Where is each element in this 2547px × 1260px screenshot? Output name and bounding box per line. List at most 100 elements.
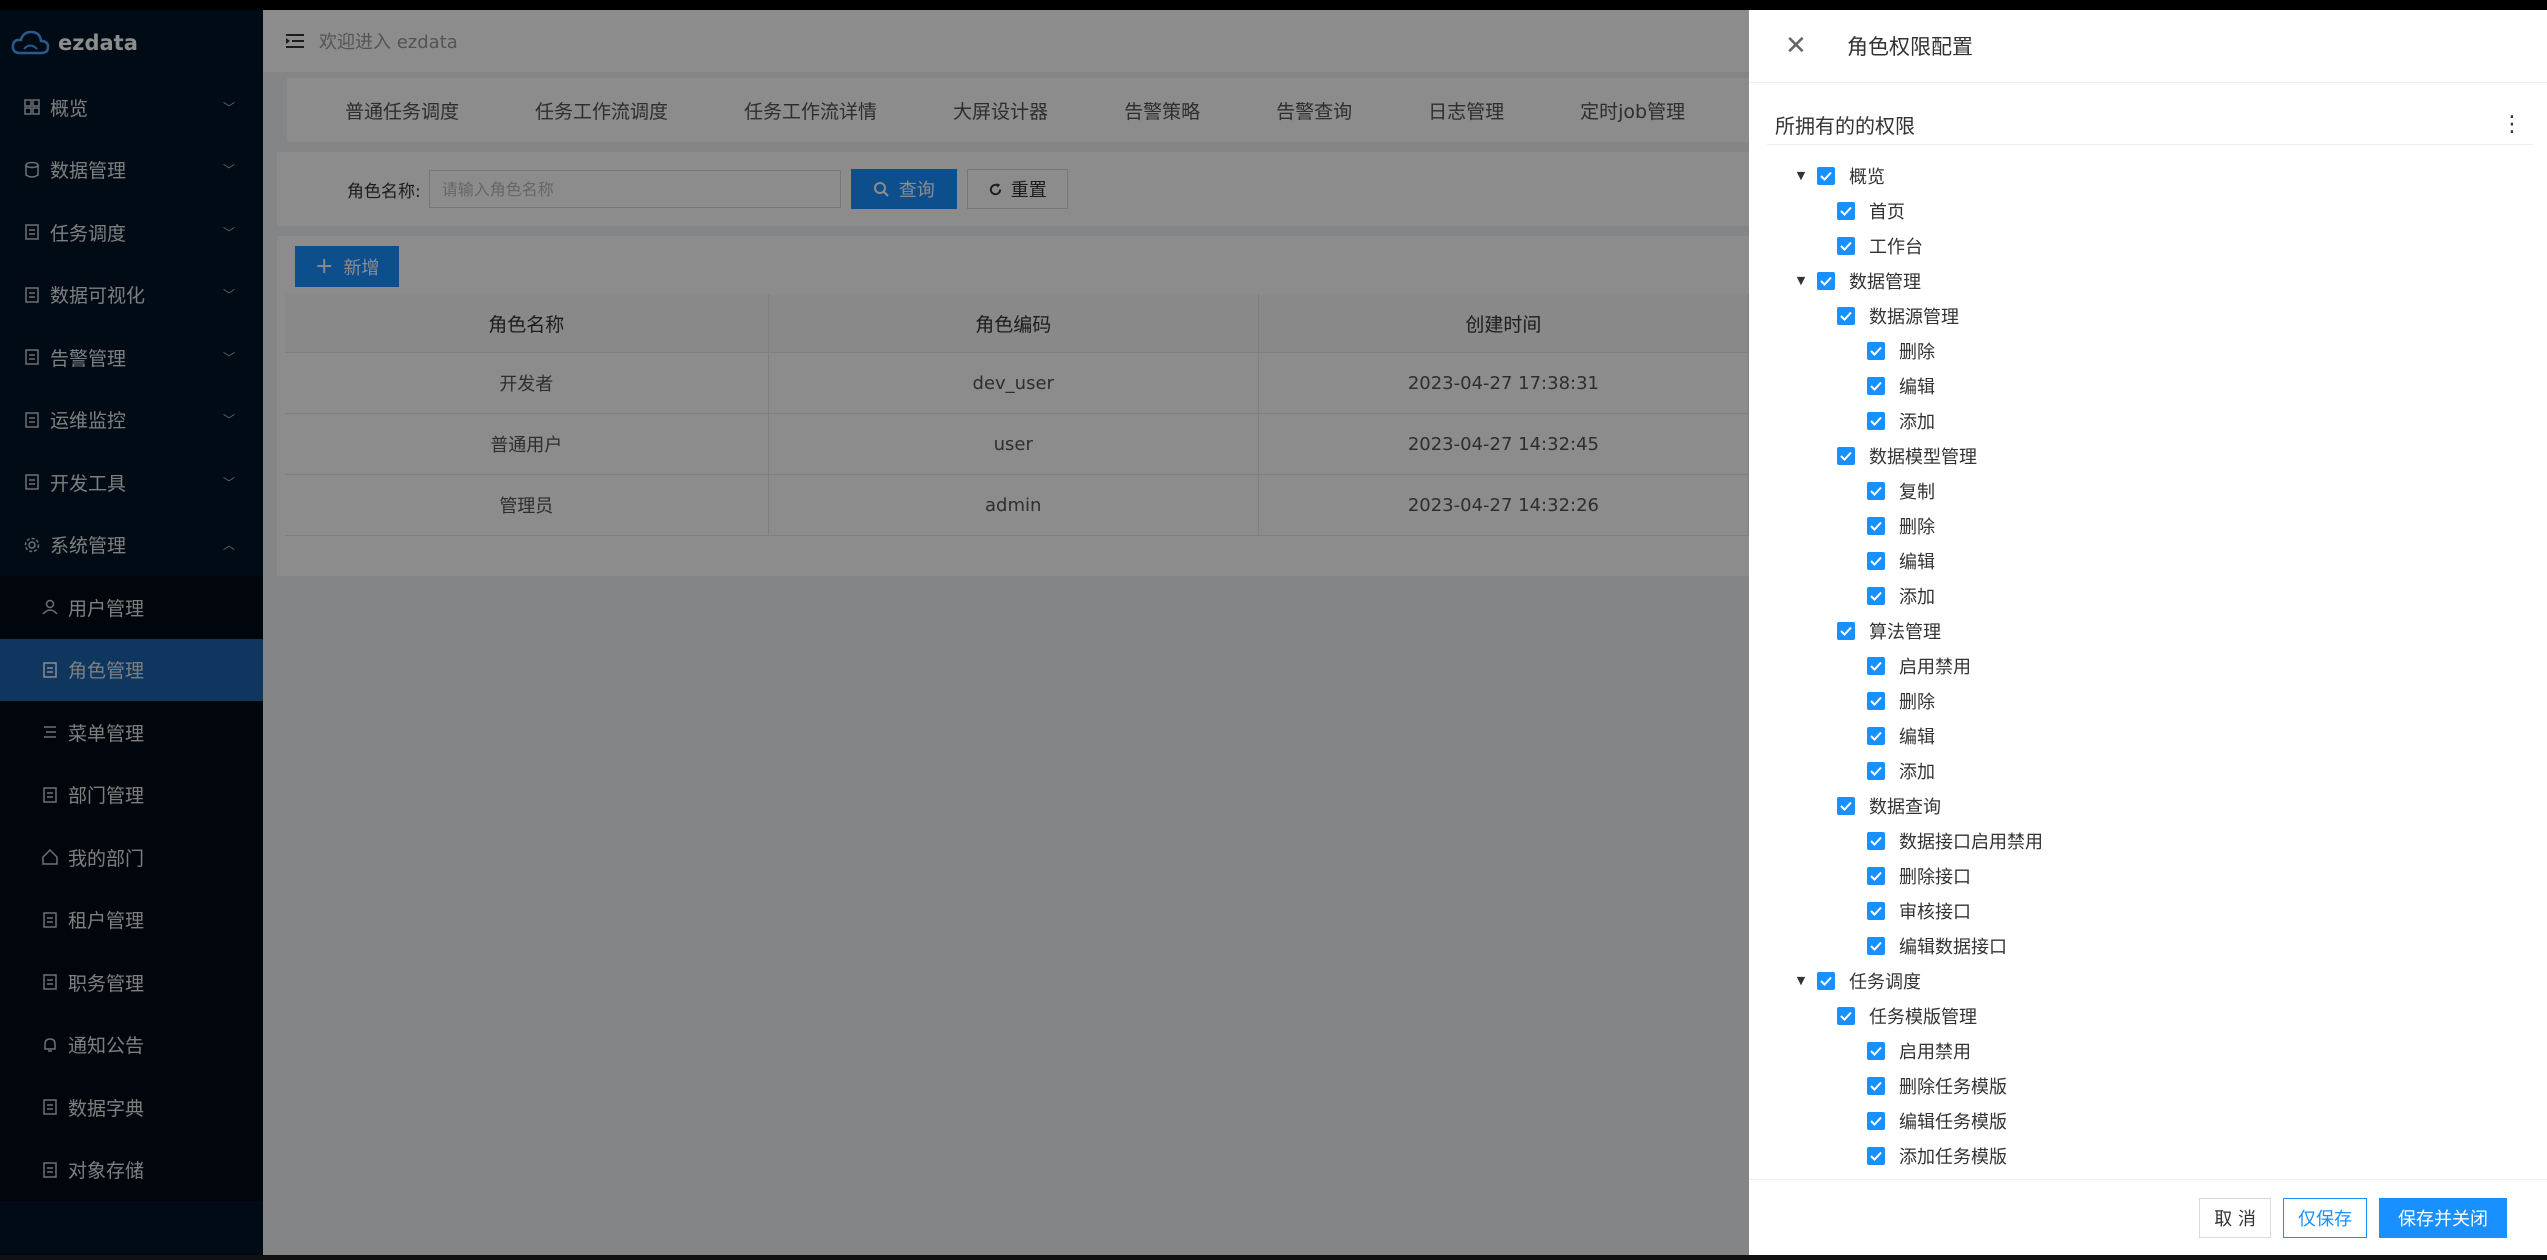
checkbox[interactable]	[1867, 411, 1885, 430]
checkbox[interactable]	[1867, 1076, 1885, 1095]
modal-mask[interactable]	[0, 10, 1749, 1255]
save-and-close-button[interactable]: 保存并关闭	[2379, 1197, 2507, 1238]
checkbox[interactable]	[1837, 446, 1855, 465]
checkbox[interactable]	[1867, 481, 1885, 500]
tree-node[interactable]: 数据源管理	[1749, 298, 2547, 333]
tree-node[interactable]: 删除任务模版	[1749, 1068, 2547, 1103]
tree-node-label: 添加	[1899, 586, 1935, 608]
drawer-title: 角色权限配置	[1847, 35, 1973, 59]
tree-node-label: 算法管理	[1869, 621, 1941, 643]
checkbox[interactable]	[1837, 796, 1855, 815]
tree-node[interactable]: 编辑任务模版	[1749, 1103, 2547, 1138]
checkbox[interactable]	[1867, 761, 1885, 780]
tree-node-label: 删除	[1899, 516, 1935, 538]
tree-node[interactable]: 数据查询	[1749, 788, 2547, 823]
tree-node-label: 数据管理	[1849, 271, 1921, 293]
tree-node[interactable]: ▼ 数据管理	[1749, 263, 2547, 298]
checkbox[interactable]	[1837, 201, 1855, 220]
tree-node-label: 数据源管理	[1869, 306, 1959, 328]
tree-node[interactable]: ▼ 概览	[1749, 158, 2547, 193]
tree-node-label: 删除接口	[1899, 866, 1971, 888]
tree-node[interactable]: 编辑数据接口	[1749, 928, 2547, 963]
cancel-button[interactable]: 取 消	[2199, 1197, 2271, 1238]
checkbox[interactable]	[1837, 236, 1855, 255]
tree-node-label: 编辑任务模版	[1899, 1111, 2007, 1133]
tree-node[interactable]: 删除接口	[1749, 858, 2547, 893]
tree-node[interactable]: 审核接口	[1749, 893, 2547, 928]
checkbox[interactable]	[1867, 901, 1885, 920]
checkbox[interactable]	[1867, 341, 1885, 360]
checkbox[interactable]	[1837, 306, 1855, 325]
tree-node-label: 删除	[1899, 341, 1935, 363]
checkbox[interactable]	[1817, 971, 1835, 990]
tree-node-label: 添加任务模版	[1899, 1146, 2007, 1168]
role-permission-drawer: ✕ 角色权限配置 所拥有的的权限 ⋮ ▼ 概览 首页 工作台 ▼ 数据管理 数据源管理 删除编…	[1749, 10, 2547, 1255]
tree-node-label: 编辑数据接口	[1899, 936, 2007, 958]
tree-node[interactable]: 编辑	[1749, 543, 2547, 578]
checkbox[interactable]	[1867, 1041, 1885, 1060]
tree-node-label: 概览	[1849, 166, 1885, 188]
tree-node-label: 删除	[1899, 691, 1935, 713]
bottom-strip	[0, 1255, 2547, 1260]
tree-node[interactable]: ▼ 任务调度	[1749, 963, 2547, 998]
checkbox[interactable]	[1867, 936, 1885, 955]
tree-node[interactable]: 工作台	[1749, 228, 2547, 263]
tree-node[interactable]: 编辑	[1749, 718, 2547, 753]
tree-node-label: 工作台	[1869, 236, 1923, 258]
checkbox[interactable]	[1867, 586, 1885, 605]
tree-node-label: 编辑	[1899, 726, 1935, 748]
tree-node[interactable]: 算法管理	[1749, 613, 2547, 648]
tree-node-label: 数据查询	[1869, 796, 1941, 818]
tree-node-label: 任务模版管理	[1869, 1006, 1977, 1028]
checkbox[interactable]	[1867, 726, 1885, 745]
checkbox[interactable]	[1817, 166, 1835, 185]
tree-node[interactable]: 复制	[1749, 473, 2547, 508]
tree-node[interactable]: 首页	[1749, 193, 2547, 228]
tree-node-label: 任务调度	[1849, 971, 1921, 993]
drawer-header: ✕ 角色权限配置	[1749, 10, 2547, 83]
tree-node-label: 审核接口	[1899, 901, 1971, 923]
tree-node-label: 数据接口启用禁用	[1899, 831, 2043, 853]
tree-node[interactable]: 删除	[1749, 333, 2547, 368]
tree-node-label: 首页	[1869, 201, 1905, 223]
tree-node-label: 编辑	[1899, 376, 1935, 398]
tree-node[interactable]: 添加	[1749, 753, 2547, 788]
checkbox[interactable]	[1867, 866, 1885, 885]
tree-node-label: 启用禁用	[1899, 1041, 1971, 1063]
tree-node-label: 删除任务模版	[1899, 1076, 2007, 1098]
checkbox[interactable]	[1837, 1006, 1855, 1025]
permission-tree: ▼ 概览 首页 工作台 ▼ 数据管理 数据源管理 删除 编辑 添加 数据模型管理 复制 删除 编辑 添加 算法…	[1749, 158, 2547, 1188]
drawer-footer: 取 消 仅保存 保存并关闭	[1749, 1179, 2547, 1255]
tree-node[interactable]: 编辑	[1749, 368, 2547, 403]
tree-node[interactable]: 添加任务模版	[1749, 1138, 2547, 1173]
tree-node[interactable]: 删除	[1749, 683, 2547, 718]
tree-node[interactable]: 任务模版管理	[1749, 998, 2547, 1033]
checkbox[interactable]	[1837, 621, 1855, 640]
checkbox[interactable]	[1867, 1146, 1885, 1165]
checkbox[interactable]	[1867, 1111, 1885, 1130]
more-vertical-icon[interactable]: ⋮	[2501, 112, 2533, 137]
tree-node[interactable]: 添加	[1749, 403, 2547, 438]
caret-down-icon[interactable]: ▼	[1795, 974, 1807, 987]
checkbox[interactable]	[1867, 376, 1885, 395]
tree-node-label: 添加	[1899, 411, 1935, 433]
checkbox[interactable]	[1867, 831, 1885, 850]
close-icon[interactable]: ✕	[1785, 31, 1815, 61]
tree-node-label: 添加	[1899, 761, 1935, 783]
checkbox[interactable]	[1867, 551, 1885, 570]
checkbox[interactable]	[1867, 691, 1885, 710]
save-only-button[interactable]: 仅保存	[2283, 1197, 2367, 1238]
tree-node[interactable]: 添加	[1749, 578, 2547, 613]
tree-node[interactable]: 删除	[1749, 508, 2547, 543]
tree-node[interactable]: 启用禁用	[1749, 648, 2547, 683]
checkbox[interactable]	[1817, 271, 1835, 290]
permission-title: 所拥有的的权限	[1775, 113, 1915, 138]
caret-down-icon[interactable]: ▼	[1795, 169, 1807, 182]
checkbox[interactable]	[1867, 656, 1885, 675]
tree-node[interactable]: 数据接口启用禁用	[1749, 823, 2547, 858]
caret-down-icon[interactable]: ▼	[1795, 274, 1807, 287]
tree-node[interactable]: 启用禁用	[1749, 1033, 2547, 1068]
tree-node[interactable]: 数据模型管理	[1749, 438, 2547, 473]
checkbox[interactable]	[1867, 516, 1885, 535]
tree-node-label: 复制	[1899, 481, 1935, 503]
